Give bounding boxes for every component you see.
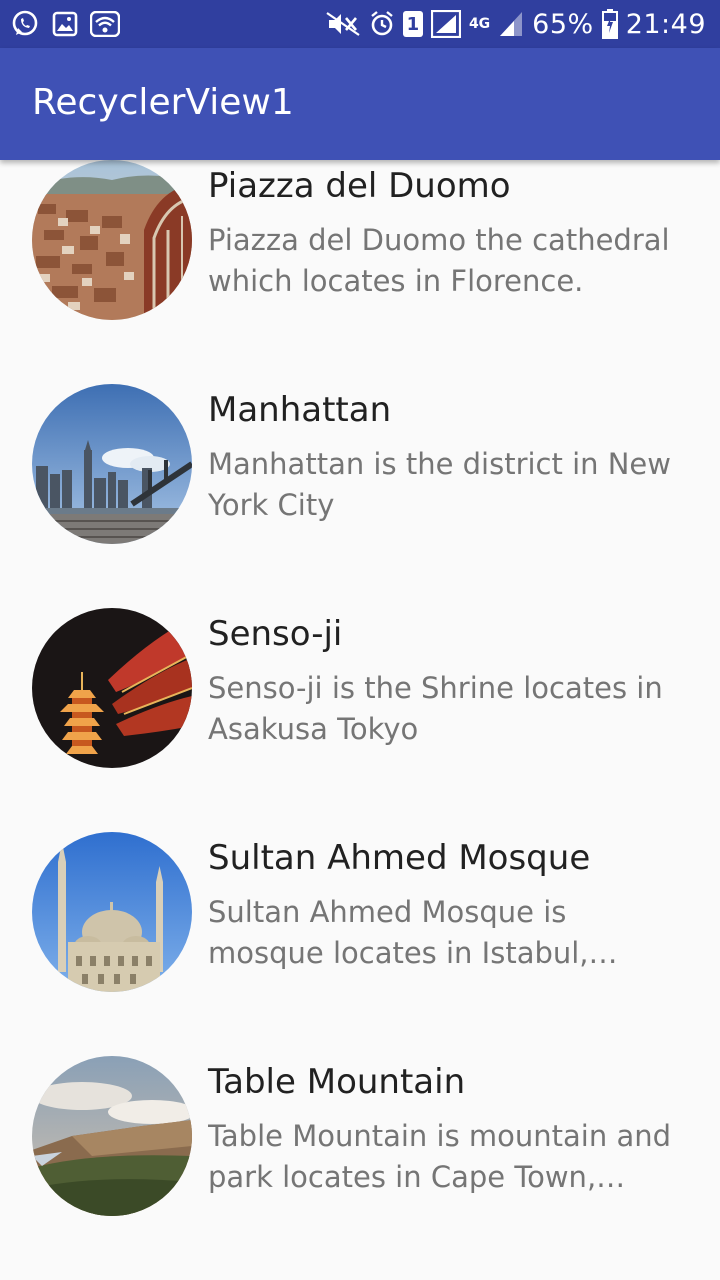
notification-icons: [10, 8, 120, 40]
item-title: Senso-ji: [208, 614, 343, 654]
item-image: [32, 1056, 192, 1216]
battery-percent: 65%: [532, 8, 594, 40]
sim-icon: 1: [402, 11, 423, 37]
item-image: [32, 608, 192, 768]
item-title: Piazza del Duomo: [208, 166, 511, 206]
item-title: Table Mountain: [208, 1062, 466, 1102]
clock: 21:49: [625, 8, 706, 40]
item-title: Manhattan: [208, 390, 392, 430]
app-bar: RecyclerView1: [0, 48, 720, 160]
alarm-icon: [369, 10, 395, 38]
wifi-icon: [90, 11, 120, 37]
item-description: Senso-ji is the Shrine locates in Asakus…: [208, 671, 663, 746]
system-icons: 1 4G 65% 21:49: [325, 6, 706, 42]
item-image: [32, 160, 192, 320]
item-image: [32, 832, 192, 992]
signal-icon: [498, 10, 524, 38]
recycler-list[interactable]: Piazza del Duomo Piazza del Duomo the ca…: [0, 160, 720, 1280]
list-item[interactable]: Sultan Ahmed Mosque Sultan Ahmed Mosque …: [0, 832, 720, 1056]
item-description: Piazza del Duomo the cathedral which loc…: [208, 223, 670, 298]
item-description: Manhattan is the district in New York Ci…: [208, 447, 671, 522]
app-title: RecyclerView1: [32, 82, 294, 123]
battery-icon: [601, 9, 618, 39]
mute-icon: [325, 10, 361, 38]
status-bar: 1 4G 65% 21:49: [0, 0, 720, 48]
signal-icon: [430, 10, 461, 38]
item-description: Sultan Ahmed Mosque is mosque locates in…: [208, 895, 589, 970]
whatsapp-icon: [10, 9, 40, 39]
list-item[interactable]: Piazza del Duomo Piazza del Duomo the ca…: [0, 160, 720, 384]
list-item[interactable]: Table Mountain Table Mountain is mountai…: [0, 1056, 720, 1280]
item-description: Table Mountain is mountain and park loca…: [208, 1119, 672, 1194]
list-item[interactable]: Senso-ji Senso-ji is the Shrine locates …: [0, 608, 720, 832]
item-image: [32, 384, 192, 544]
list-item[interactable]: Manhattan Manhattan is the district in N…: [0, 384, 720, 608]
network-type: 4G: [468, 16, 491, 32]
item-title: Sultan Ahmed Mosque: [208, 838, 591, 878]
gallery-icon: [52, 11, 78, 37]
